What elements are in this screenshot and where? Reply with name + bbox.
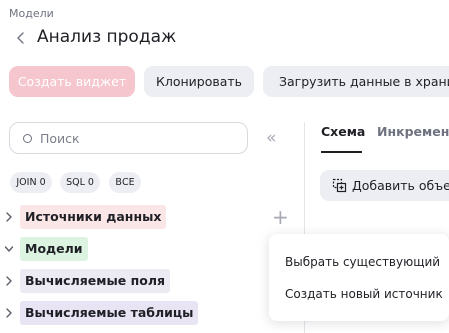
search-icon <box>23 134 32 143</box>
chevron-right-icon[interactable] <box>4 274 14 288</box>
tab-schema[interactable]: Схема <box>321 124 365 139</box>
tree-item-label: Источники данных <box>20 205 167 229</box>
tree-item-label: Вычисляемые поля <box>20 269 170 293</box>
search-box[interactable] <box>9 122 248 154</box>
search-input[interactable] <box>40 123 240 153</box>
tree-item-label: Вычисляемые таблицы <box>20 301 199 325</box>
active-tab-indicator <box>321 151 362 153</box>
source-dropdown-menu: Выбрать существующий Создать новый источ… <box>269 234 449 321</box>
chevron-right-icon[interactable] <box>4 306 14 320</box>
filter-chip-sql[interactable]: SQL 0 <box>60 172 100 193</box>
breadcrumb[interactable]: Модели <box>9 7 54 20</box>
collapse-panel-icon[interactable]: « <box>266 130 276 147</box>
add-object-icon <box>332 178 347 193</box>
menu-item-create-new-source[interactable]: Создать новый источник <box>285 287 443 301</box>
clone-button[interactable]: Клонировать <box>144 66 254 97</box>
filter-chip-all[interactable]: ВСЕ <box>109 172 141 193</box>
tree-item-label: Модели <box>20 237 88 261</box>
load-data-button[interactable]: Загрузить данные в хранилище <box>263 66 449 97</box>
filter-chip-join[interactable]: JOIN 0 <box>10 172 52 193</box>
create-widget-button[interactable]: Создать виджет <box>9 66 135 97</box>
chevron-down-icon[interactable] <box>4 242 14 256</box>
chevron-right-icon[interactable] <box>4 210 14 224</box>
page-title: Анализ продаж <box>37 27 177 47</box>
back-arrow-icon[interactable] <box>14 30 28 46</box>
menu-item-choose-existing[interactable]: Выбрать существующий <box>285 255 440 269</box>
add-object-button[interactable]: Добавить объект <box>320 170 449 201</box>
tab-incremental[interactable]: Инкременты <box>377 124 449 139</box>
add-object-label: Добавить объект <box>352 178 449 193</box>
plus-icon[interactable]: + <box>272 207 289 227</box>
